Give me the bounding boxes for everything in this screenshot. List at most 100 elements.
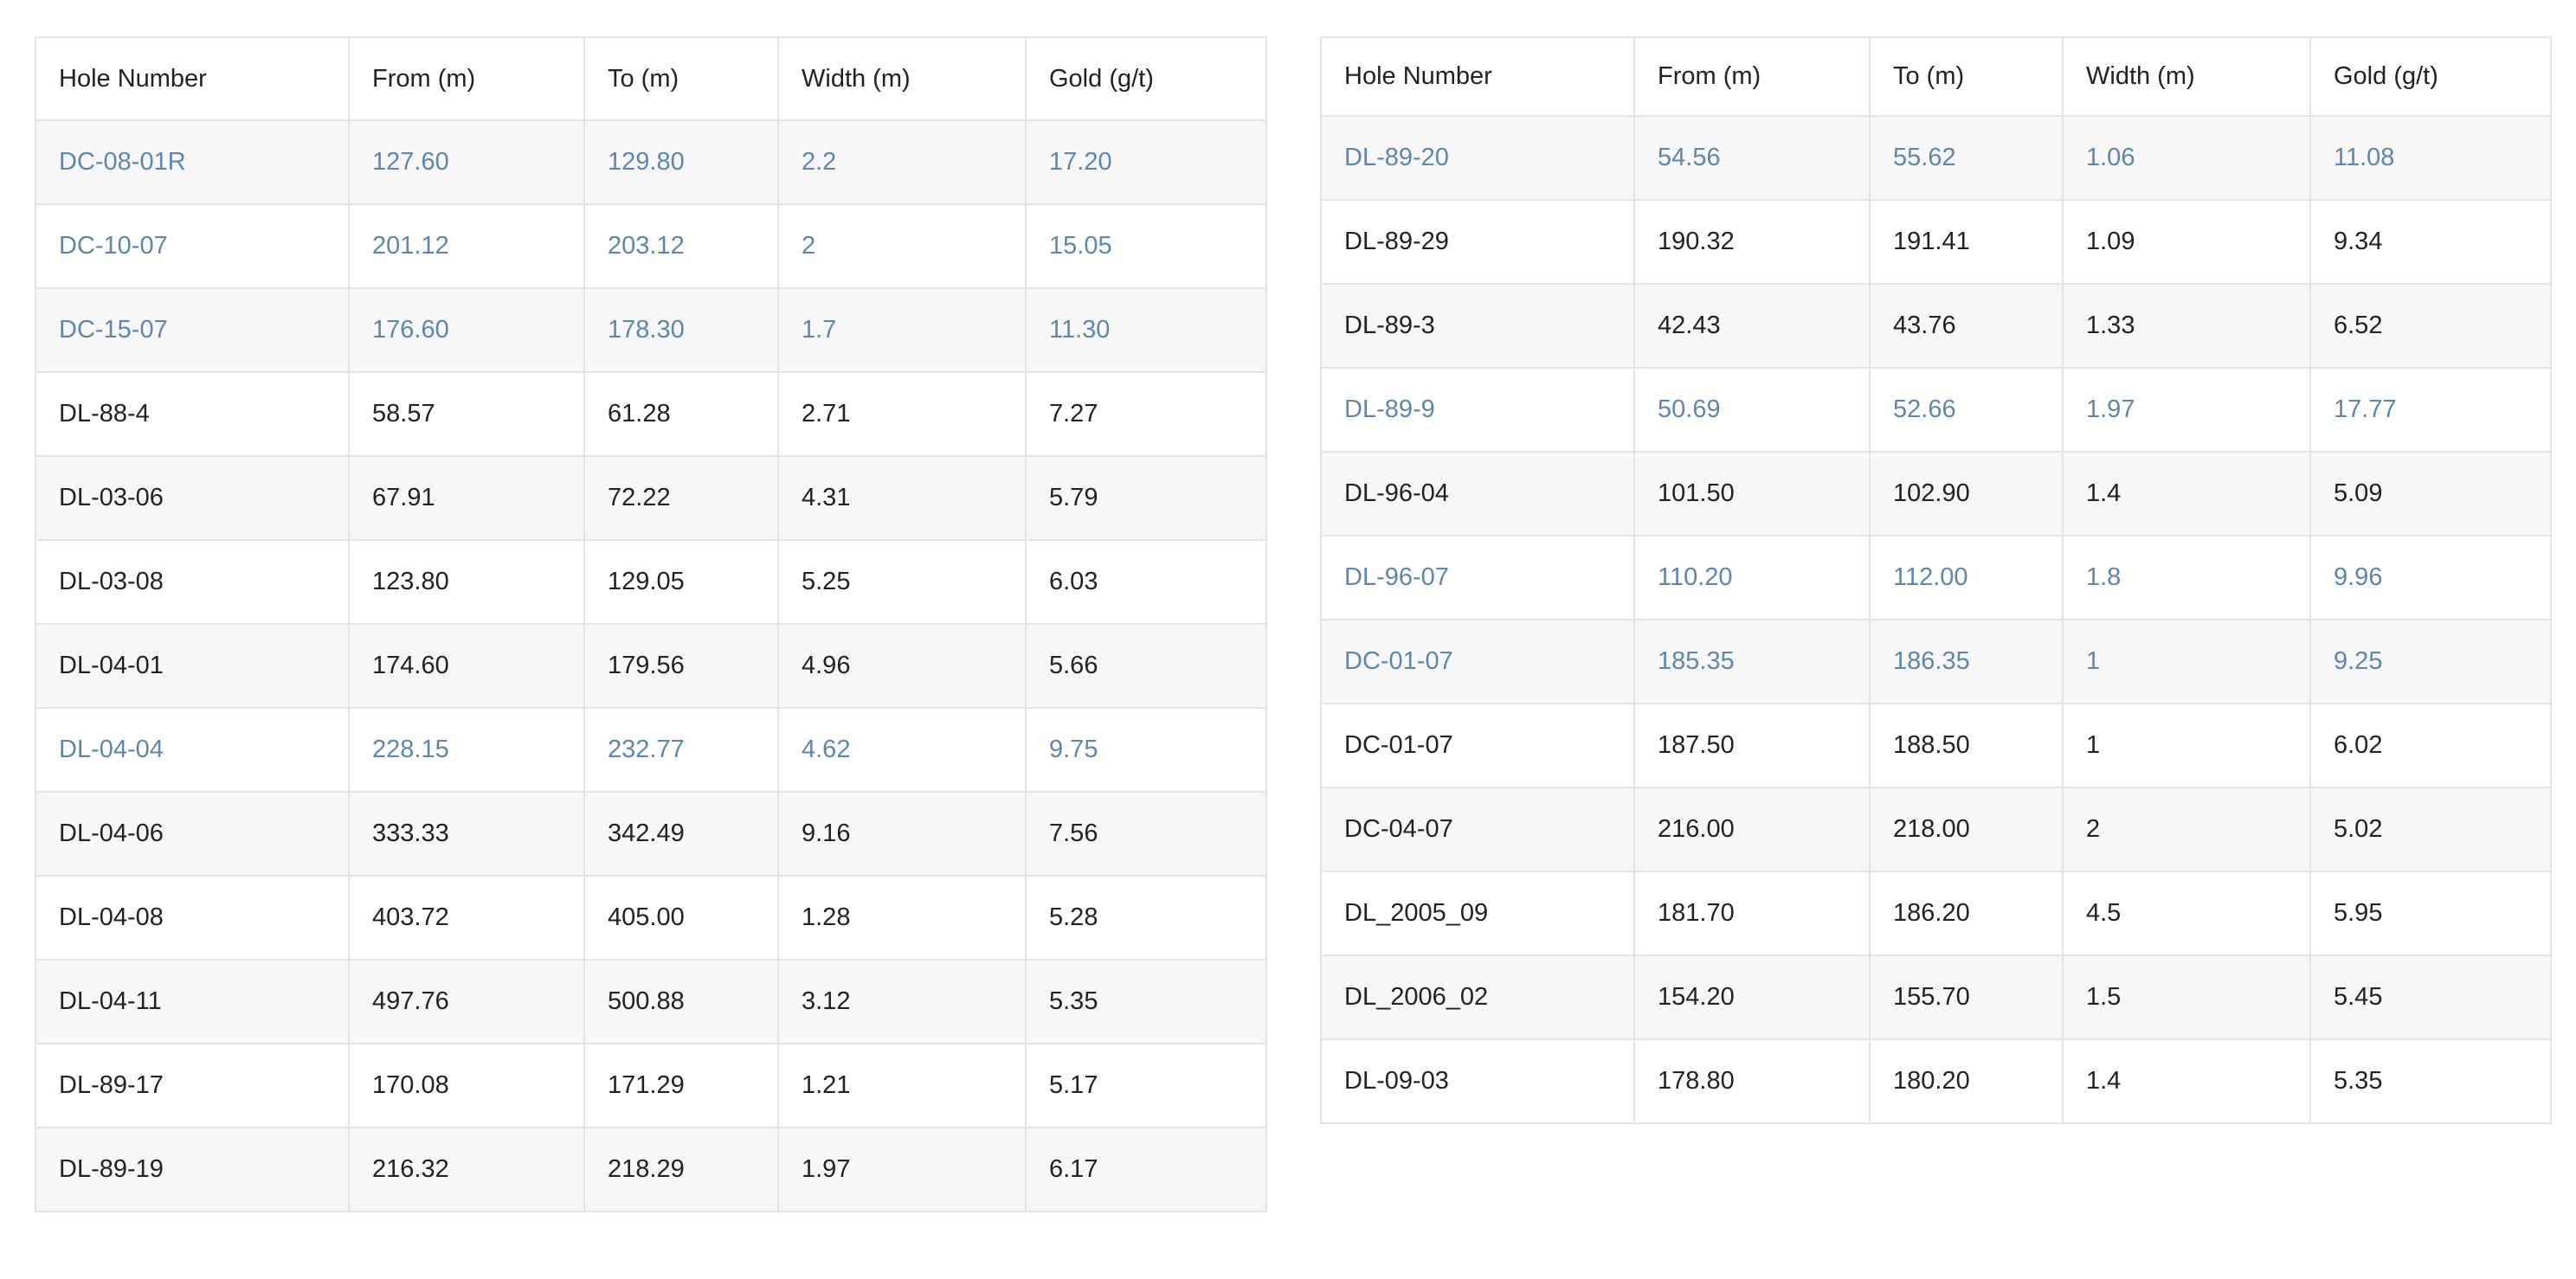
cell-from: 54.56: [1633, 115, 1871, 201]
cell-hole-number: DC-15-07: [35, 287, 350, 373]
cell-from: 228.15: [348, 707, 585, 793]
cell-width: 1.7: [777, 287, 1027, 373]
cell-width: 1.8: [2062, 535, 2311, 620]
cell-gold: 9.34: [2309, 199, 2552, 285]
table-row: DL-89-3 42.43 43.76 1.33 6.52: [1320, 283, 2552, 369]
cell-width: 2.71: [777, 371, 1027, 457]
cell-hole-number: DL-89-3: [1320, 283, 1635, 369]
cell-to: 155.70: [1869, 954, 2064, 1040]
header-width: Width (m): [2062, 36, 2311, 117]
table-row-highlighted: DL-96-07 110.20 112.00 1.8 9.96: [1320, 535, 2552, 620]
header-from: From (m): [348, 36, 585, 121]
cell-gold: 5.95: [2309, 871, 2552, 956]
cell-gold: 7.27: [1025, 371, 1267, 457]
cell-width: 1.5: [2062, 954, 2311, 1040]
right-drill-results-table: Hole Number From (m) To (m) Width (m) Go…: [1320, 36, 2552, 1124]
cell-hole-number: DL-04-04: [35, 707, 350, 793]
cell-to: 500.88: [583, 959, 779, 1044]
table-row: DL_2005_09 181.70 186.20 4.5 5.95: [1320, 871, 2552, 956]
cell-to: 43.76: [1869, 283, 2064, 369]
cell-hole-number: DL-89-9: [1320, 367, 1635, 453]
cell-width: 4.96: [777, 623, 1027, 709]
cell-from: 170.08: [348, 1043, 585, 1128]
table-row: DL-89-29 190.32 191.41 1.09 9.34: [1320, 199, 2552, 285]
cell-gold: 7.56: [1025, 791, 1267, 877]
cell-to: 112.00: [1869, 535, 2064, 620]
cell-hole-number: DL-88-4: [35, 371, 350, 457]
table-row: DL-03-08 123.80 129.05 5.25 6.03: [35, 539, 1267, 625]
cell-to: 180.20: [1869, 1038, 2064, 1124]
cell-from: 42.43: [1633, 283, 1871, 369]
cell-hole-number: DL-89-20: [1320, 115, 1635, 201]
header-hole-number: Hole Number: [1320, 36, 1635, 117]
table-row: DL-04-01 174.60 179.56 4.96 5.66: [35, 623, 1267, 709]
header-hole-number: Hole Number: [35, 36, 350, 121]
cell-to: 188.50: [1869, 703, 2064, 788]
cell-width: 1.28: [777, 875, 1027, 961]
cell-to: 218.29: [583, 1127, 779, 1212]
cell-from: 178.80: [1633, 1038, 1871, 1124]
cell-from: 50.69: [1633, 367, 1871, 453]
cell-from: 174.60: [348, 623, 585, 709]
cell-to: 61.28: [583, 371, 779, 457]
table-row: DL_2006_02 154.20 155.70 1.5 5.45: [1320, 954, 2552, 1040]
cell-gold: 5.17: [1025, 1043, 1267, 1128]
cell-width: 1.97: [2062, 367, 2311, 453]
cell-to: 102.90: [1869, 451, 2064, 537]
cell-from: 497.76: [348, 959, 585, 1044]
table-row-highlighted: DL-04-04 228.15 232.77 4.62 9.75: [35, 707, 1267, 793]
cell-from: 403.72: [348, 875, 585, 961]
cell-gold: 9.96: [2309, 535, 2552, 620]
cell-hole-number: DC-01-07: [1320, 619, 1635, 704]
table-row-highlighted: DC-15-07 176.60 178.30 1.7 11.30: [35, 287, 1267, 373]
cell-hole-number: DL-89-19: [35, 1127, 350, 1212]
header-to: To (m): [1869, 36, 2064, 117]
table-row-highlighted: DC-01-07 185.35 186.35 1 9.25: [1320, 619, 2552, 704]
table-row: DL-89-19 216.32 218.29 1.97 6.17: [35, 1127, 1267, 1212]
cell-to: 72.22: [583, 455, 779, 541]
cell-width: 2.2: [777, 119, 1027, 205]
cell-hole-number: DL-04-08: [35, 875, 350, 961]
cell-width: 5.25: [777, 539, 1027, 625]
header-gold: Gold (g/t): [1025, 36, 1267, 121]
cell-gold: 9.75: [1025, 707, 1267, 793]
cell-gold: 5.35: [2309, 1038, 2552, 1124]
cell-to: 342.49: [583, 791, 779, 877]
cell-hole-number: DL-03-08: [35, 539, 350, 625]
cell-to: 129.80: [583, 119, 779, 205]
cell-gold: 17.77: [2309, 367, 2552, 453]
cell-from: 127.60: [348, 119, 585, 205]
cell-from: 190.32: [1633, 199, 1871, 285]
cell-hole-number: DL_2006_02: [1320, 954, 1635, 1040]
table-row: DL-04-08 403.72 405.00 1.28 5.28: [35, 875, 1267, 961]
table-row: DL-04-06 333.33 342.49 9.16 7.56: [35, 791, 1267, 877]
table-row-highlighted: DL-89-20 54.56 55.62 1.06 11.08: [1320, 115, 2552, 201]
table-row: DL-96-04 101.50 102.90 1.4 5.09: [1320, 451, 2552, 537]
cell-to: 179.56: [583, 623, 779, 709]
cell-from: 123.80: [348, 539, 585, 625]
cell-gold: 5.02: [2309, 787, 2552, 872]
cell-gold: 6.02: [2309, 703, 2552, 788]
table-header-row: Hole Number From (m) To (m) Width (m) Go…: [35, 36, 1267, 121]
table-row: DL-04-11 497.76 500.88 3.12 5.35: [35, 959, 1267, 1044]
cell-hole-number: DL-04-11: [35, 959, 350, 1044]
header-width: Width (m): [777, 36, 1027, 121]
header-gold: Gold (g/t): [2309, 36, 2552, 117]
cell-hole-number: DC-01-07: [1320, 703, 1635, 788]
cell-from: 333.33: [348, 791, 585, 877]
cell-to: 52.66: [1869, 367, 2064, 453]
cell-to: 232.77: [583, 707, 779, 793]
cell-to: 129.05: [583, 539, 779, 625]
cell-to: 171.29: [583, 1043, 779, 1128]
cell-to: 191.41: [1869, 199, 2064, 285]
cell-from: 187.50: [1633, 703, 1871, 788]
cell-from: 216.32: [348, 1127, 585, 1212]
table-row: DL-09-03 178.80 180.20 1.4 5.35: [1320, 1038, 2552, 1124]
cell-from: 181.70: [1633, 871, 1871, 956]
cell-gold: 6.52: [2309, 283, 2552, 369]
cell-from: 216.00: [1633, 787, 1871, 872]
cell-width: 1: [2062, 703, 2311, 788]
cell-from: 58.57: [348, 371, 585, 457]
cell-width: 1.4: [2062, 451, 2311, 537]
cell-hole-number: DL-04-01: [35, 623, 350, 709]
